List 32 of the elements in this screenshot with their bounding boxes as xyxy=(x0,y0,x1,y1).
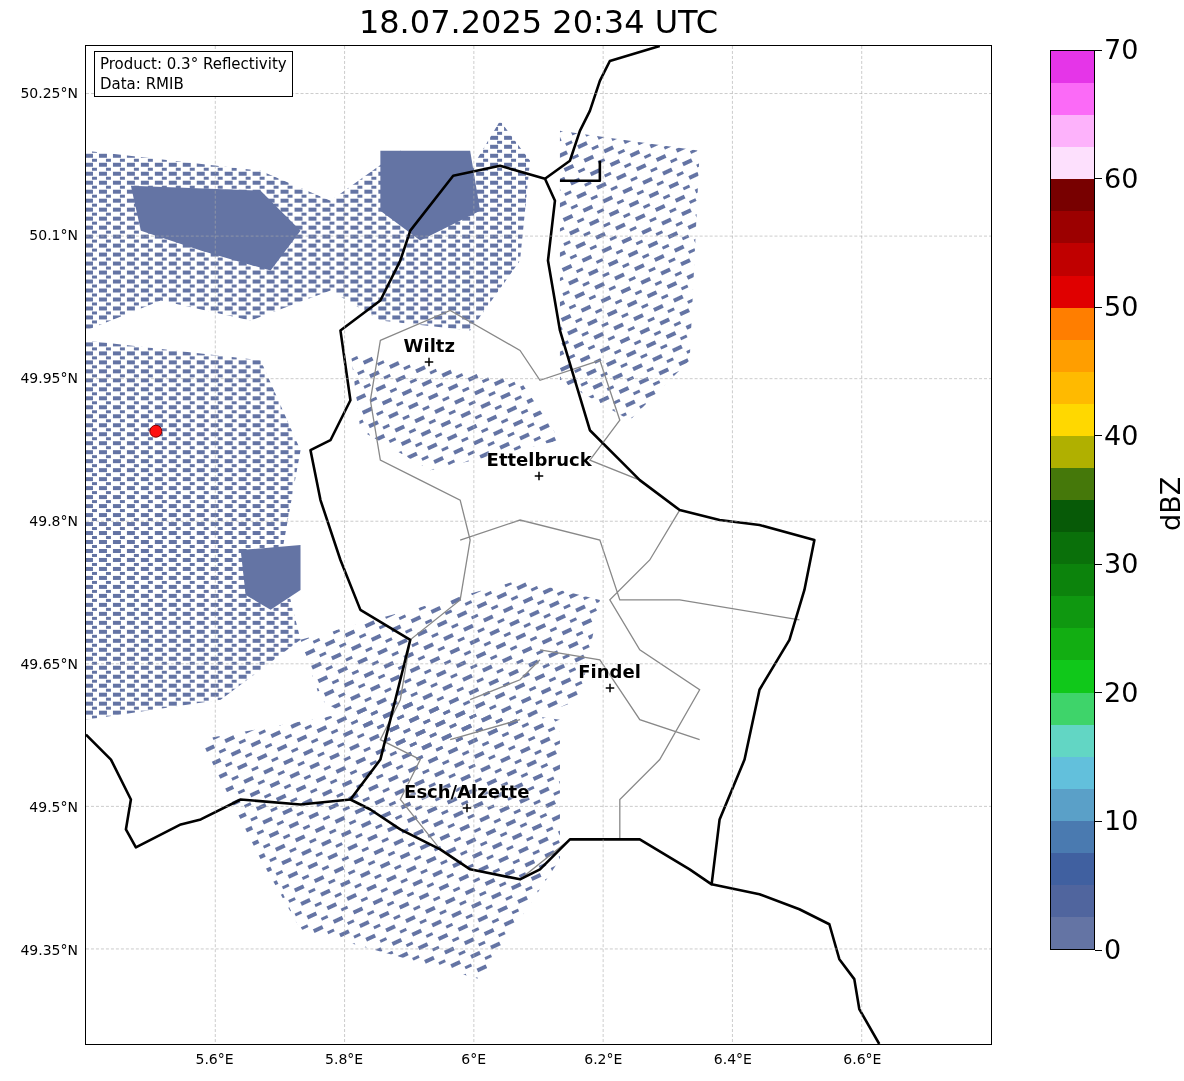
colorbar-tick-label: 50 xyxy=(1104,292,1139,323)
colorbar-tick-label: 20 xyxy=(1104,677,1139,708)
axis-tick-label: 5.8°E xyxy=(325,1051,364,1067)
colorbar-tick-label: 30 xyxy=(1104,549,1139,580)
city-marker-icon xyxy=(534,471,544,481)
colorbar-tick-label: 70 xyxy=(1104,35,1139,65)
axis-tick-label: 5.6°E xyxy=(195,1051,234,1067)
city-marker-icon xyxy=(605,683,615,693)
axis-tick-label: 49.35°N xyxy=(20,941,78,958)
axis-tick-label: 6.6°E xyxy=(843,1051,882,1067)
axis-tick-label: 6°E xyxy=(461,1051,487,1067)
colorbar-label: dBZ xyxy=(1155,475,1184,531)
colorbar-tick-label: 60 xyxy=(1104,163,1139,194)
axis-tick-label: 49.5°N xyxy=(29,798,78,815)
city-label: Wiltz xyxy=(403,334,455,356)
colorbar-tick-label: 0 xyxy=(1104,935,1122,965)
axis-tick-label: 6.4°E xyxy=(713,1051,752,1067)
city-marker-icon xyxy=(424,357,434,367)
axis-tick-label: 50.25°N xyxy=(20,84,78,101)
colorbar-tick-label: 10 xyxy=(1104,806,1139,837)
info-text: Data: RMIB xyxy=(100,74,185,94)
axis-tick-label: 49.95°N xyxy=(20,370,78,387)
city-label: Findel xyxy=(578,660,641,682)
axis-tick-label: 50.1°N xyxy=(29,227,78,244)
axis-tick-label: 49.8°N xyxy=(29,513,78,530)
city-label: Ettelbruck xyxy=(486,448,592,470)
city-marker-icon xyxy=(462,803,472,813)
info-text: Product: 0.3° Reflectivity xyxy=(100,54,287,74)
axis-tick-label: 6.2°E xyxy=(584,1051,623,1067)
chart-title: 18.07.2025 20:34 UTC xyxy=(357,2,720,43)
axis-tick-label: 49.65°N xyxy=(20,656,78,673)
colorbar-tick-label: 40 xyxy=(1104,420,1139,451)
